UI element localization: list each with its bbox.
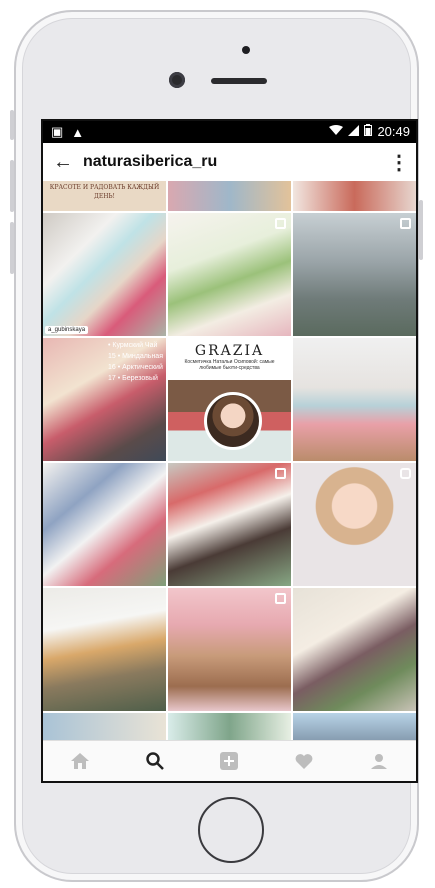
grid-post[interactable] (293, 588, 416, 711)
multiple-photos-icon (275, 218, 286, 229)
grid-post[interactable]: GRAZIA Косметичка Натальи Осиповой: самы… (168, 338, 291, 461)
earpiece-speaker (211, 78, 267, 84)
grid-post[interactable]: • Курмский Чай 15 • Миндальная 16 • Аркт… (43, 338, 166, 461)
clock: 20:49 (377, 124, 410, 139)
power-button (419, 200, 423, 260)
profile-username: naturasiberica_ru (83, 153, 218, 170)
signal-icon (348, 124, 360, 139)
volume-up-button (10, 160, 14, 212)
phone-screen: ▣ ▲ 20:49 ← naturasiberica_ru ⋮ КРАСОТЕ … (41, 119, 418, 783)
grid-post[interactable]: КРАСОТЕ И РАДОВАТЬ КАЖДЫЙ ДЕНЬ! (43, 181, 166, 211)
wifi-icon (329, 124, 344, 139)
multiple-photos-icon (275, 468, 286, 479)
add-post-icon[interactable] (214, 746, 244, 776)
grid-post[interactable] (168, 181, 291, 211)
list-item: • Курмский Чай (108, 342, 158, 349)
list-item: 15 • Миндальная (108, 353, 163, 360)
portrait-circle (204, 392, 262, 450)
heart-icon[interactable] (289, 746, 319, 776)
list-item: 17 • Березовый (108, 375, 158, 382)
grid-post[interactable] (168, 213, 291, 336)
front-sensor (242, 46, 250, 54)
grid-post[interactable] (168, 463, 291, 586)
grid-post[interactable]: a_gubinskaya (43, 213, 166, 336)
grid-post[interactable] (293, 338, 416, 461)
grid-post[interactable] (293, 181, 416, 211)
list-item: 16 • Арктический (108, 364, 163, 371)
warning-notification-icon: ▲ (71, 124, 85, 140)
profile-icon[interactable] (364, 746, 394, 776)
magazine-title: GRAZIA (194, 343, 265, 359)
video-icon (400, 468, 411, 479)
battery-icon (364, 124, 373, 139)
grid-post[interactable] (43, 463, 166, 586)
post-caption-overlay: КРАСОТЕ И РАДОВАТЬ КАЖДЫЙ ДЕНЬ! (43, 181, 166, 211)
magazine-header: GRAZIA Косметичка Натальи Осиповой: самы… (168, 338, 291, 380)
grid-post[interactable] (293, 213, 416, 336)
tagged-user-label: a_gubinskaya (45, 326, 89, 334)
more-options-icon[interactable]: ⋮ (382, 150, 416, 175)
search-icon[interactable] (140, 746, 170, 776)
bottom-navigation (43, 740, 416, 781)
multiple-photos-icon (400, 218, 411, 229)
grid-post[interactable] (293, 463, 416, 586)
front-camera (169, 72, 185, 88)
home-button[interactable] (198, 797, 264, 863)
back-arrow-icon[interactable]: ← (43, 151, 83, 174)
grid-post[interactable] (43, 588, 166, 711)
product-list-overlay: • Курмский Чай 15 • Миндальная 16 • Аркт… (108, 340, 166, 384)
magazine-subtitle: Косметичка Натальи Осиповой: самые любим… (184, 359, 275, 371)
home-icon[interactable] (65, 746, 95, 776)
app-bar: ← naturasiberica_ru ⋮ (43, 143, 416, 181)
mute-switch (10, 110, 14, 140)
grid-post[interactable] (168, 588, 291, 711)
image-notification-icon: ▣ (51, 124, 64, 139)
status-bar: ▣ ▲ 20:49 (43, 121, 416, 143)
multiple-photos-icon (275, 593, 286, 604)
volume-down-button (10, 222, 14, 274)
